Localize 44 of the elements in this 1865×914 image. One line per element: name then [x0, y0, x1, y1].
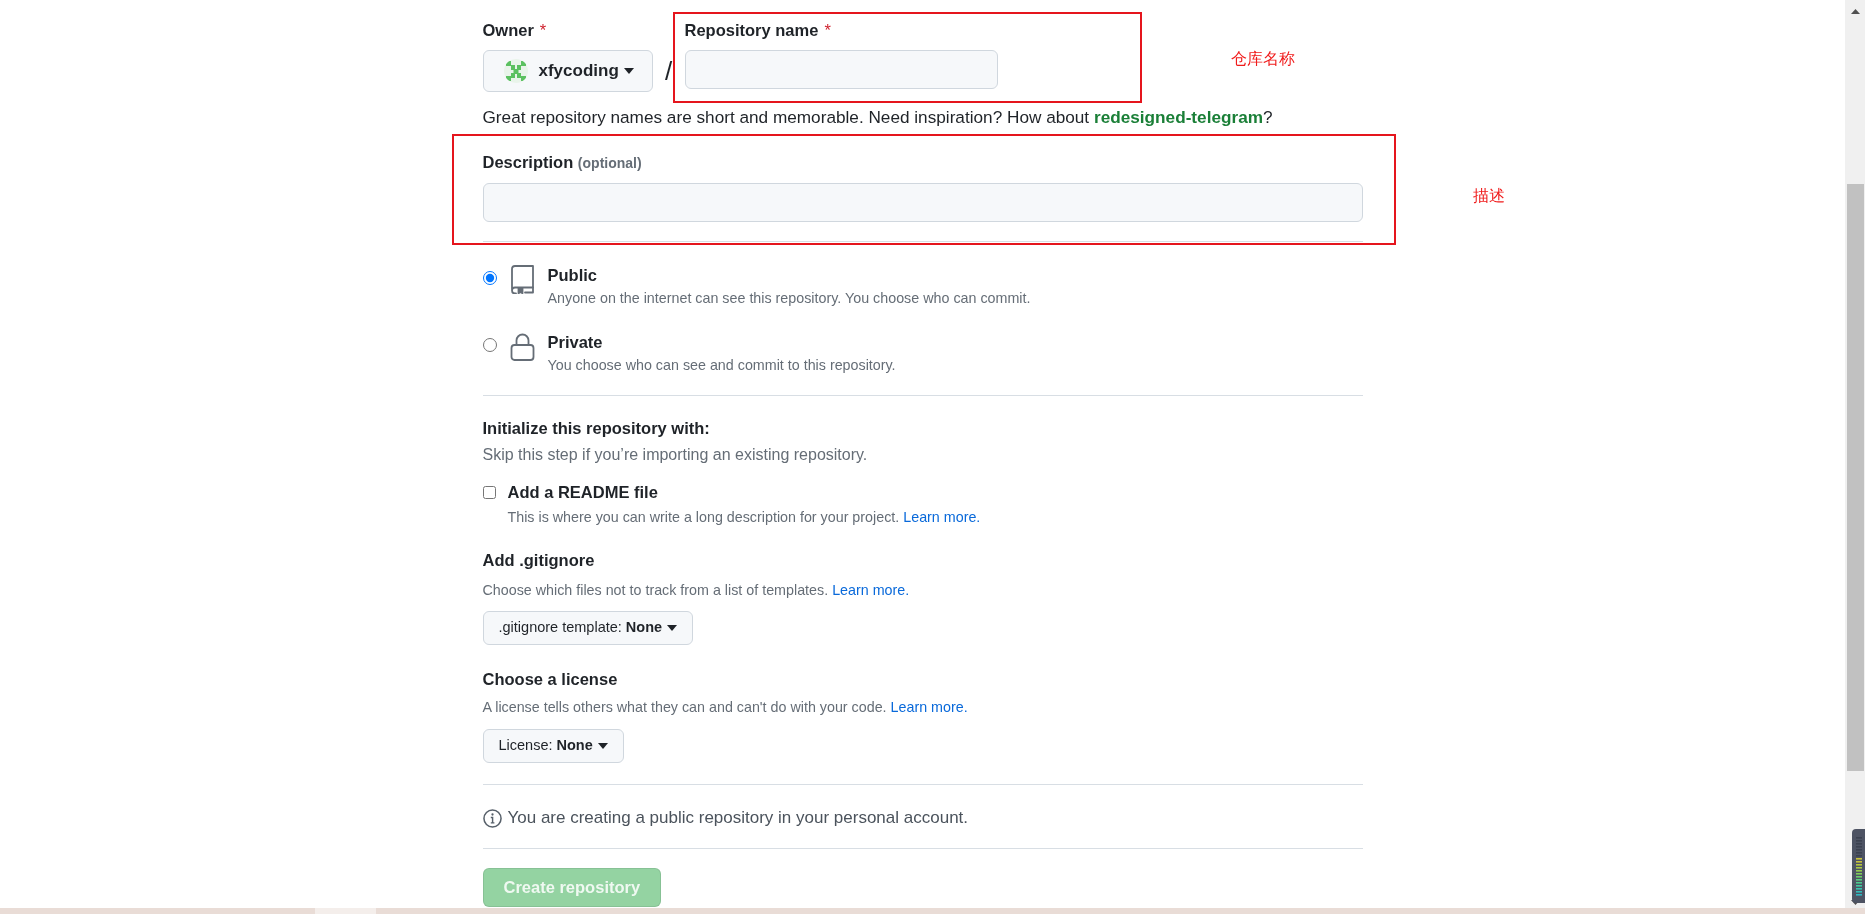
caret-icon	[623, 68, 634, 74]
visibility-title: Public	[547, 265, 598, 286]
notice-text: You are creating a public repository in your personal account.	[507, 807, 969, 829]
scroll-up-icon[interactable]	[1850, 9, 1860, 14]
repository-name-label: Repository name *	[684, 20, 831, 41]
section-title: Add .gitignore	[482, 550, 596, 571]
lock-icon	[509, 332, 535, 361]
scrollbar-track[interactable]	[1845, 0, 1865, 908]
license-description: A license tells others what they can and can't do with your code. Learn more.	[482, 698, 969, 717]
learn-more-link[interactable]: Learn more.	[890, 699, 968, 715]
section-title: Choose a license	[482, 669, 619, 690]
repository-name-input[interactable]	[684, 50, 998, 89]
scrollbar-thumb[interactable]	[1846, 184, 1864, 771]
avatar-icon	[503, 59, 528, 83]
path-separator: /	[663, 55, 674, 88]
description-label: Description (optional)	[482, 152, 643, 173]
annotation-label: 仓库名称	[1230, 49, 1295, 69]
caret-icon	[597, 743, 608, 749]
suggestion-link[interactable]: redesigned-telegram	[1093, 107, 1263, 127]
owner-dropdown[interactable]: xfycoding	[482, 50, 653, 92]
name-hint: Great repository names are short and memorable. Need inspiration? How about redesigned-telegram?	[482, 106, 1274, 129]
readme-description: This is where you can write a long description for your project. Learn more.	[507, 508, 982, 527]
gitignore-dropdown[interactable]: .gitignore template: None	[482, 611, 694, 645]
audio-meter-icon[interactable]	[1852, 829, 1865, 903]
visibility-title: Private	[547, 332, 604, 353]
visibility-description: You choose who can see and commit to this repository.	[547, 356, 896, 375]
owner-label: Owner *	[482, 20, 548, 41]
scroll-down-icon[interactable]	[1850, 900, 1860, 905]
annotation-label: 描述	[1472, 186, 1505, 206]
learn-more-link[interactable]: Learn more.	[832, 582, 910, 598]
section-subtitle: Skip this step if you’re importing an existing repository.	[482, 445, 869, 465]
readme-label: Add a README file	[507, 482, 658, 503]
description-input[interactable]	[482, 183, 1363, 222]
gitignore-description: Choose which files not to track from a list of templates. Learn more.	[482, 581, 911, 600]
section-title: Initialize this repository with:	[482, 418, 711, 439]
visibility-radio[interactable]	[482, 338, 497, 352]
visibility-radio[interactable]	[482, 271, 497, 285]
learn-more-link[interactable]: Learn more.	[903, 509, 981, 525]
readme-checkbox[interactable]	[482, 485, 496, 499]
visibility-description: Anyone on the internet can see this repository. You choose who can commit.	[547, 289, 1031, 308]
info-icon	[482, 808, 502, 828]
license-dropdown[interactable]: License: None	[482, 729, 624, 763]
book-icon	[509, 265, 535, 294]
caret-icon	[667, 625, 678, 631]
